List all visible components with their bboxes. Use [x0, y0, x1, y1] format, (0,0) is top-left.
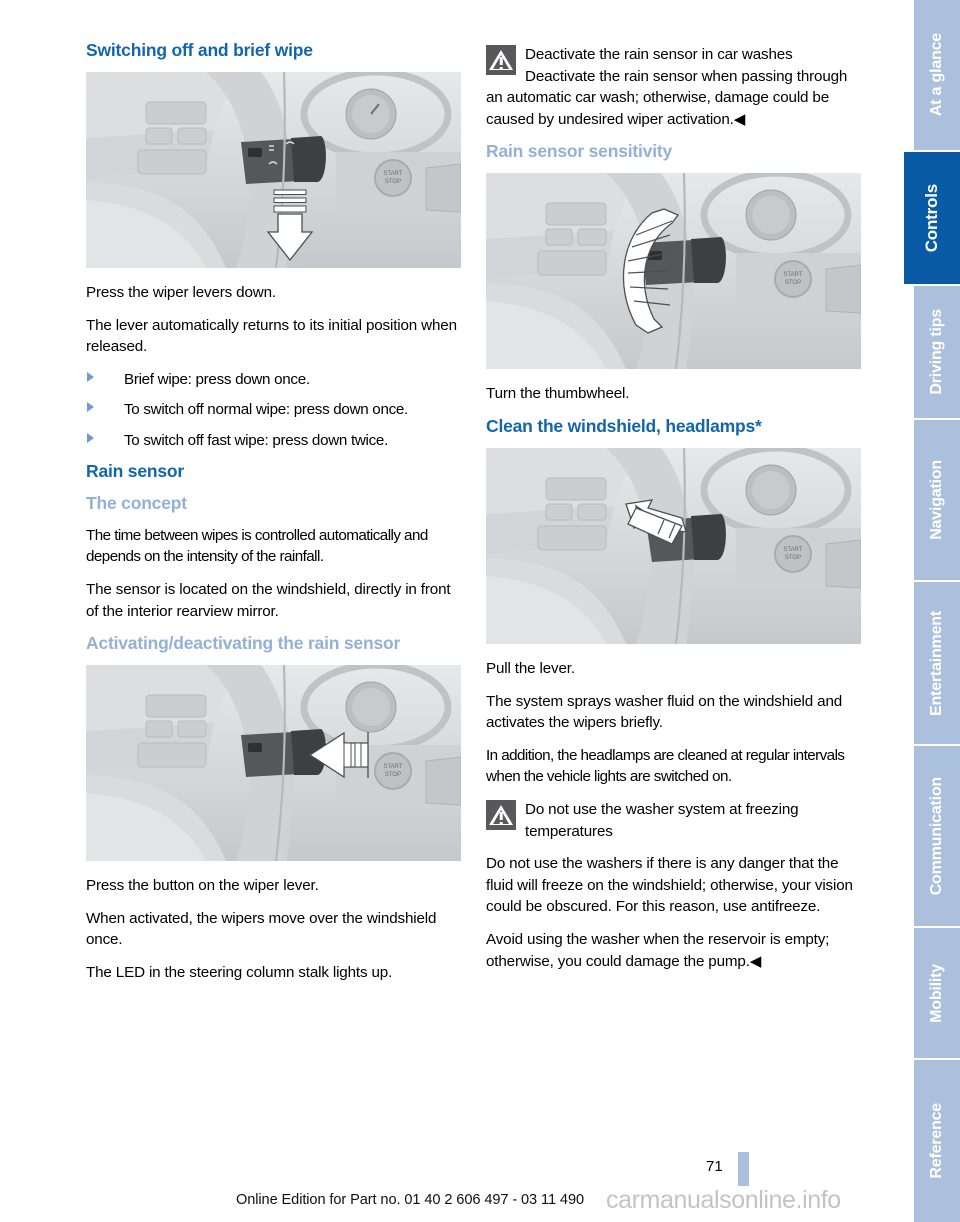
heading-activating-deactivating-rain-sensor: Activating/deactivating the rain sensor: [86, 633, 401, 654]
sidebar-tab-label: Navigation: [928, 460, 945, 540]
svg-text:STOP: STOP: [385, 772, 401, 778]
list-item-label: To switch off normal wipe: press down on…: [124, 401, 408, 419]
sidebar-tab-label: At a glance: [928, 33, 945, 117]
list-item: Brief wipe: press down once.: [86, 369, 463, 391]
right-column: Deactivate the rain sensor in car washes…: [486, 40, 863, 972]
list-item: To switch off normal wipe: press down on…: [86, 399, 463, 421]
page-number-marker: [738, 1152, 749, 1186]
para-press-button-wiper-lever: Press the button on the wiper lever.: [86, 877, 319, 895]
sidebar-tab-reference[interactable]: Reference: [914, 1060, 960, 1222]
manual-page: Switching off and brief wipe START STOP …: [0, 0, 960, 1222]
section-tabs-sidebar: At a glance Controls Driving tips Naviga…: [880, 0, 960, 1222]
para-time-between-wipes: The time between wipes is controlled aut…: [86, 526, 428, 566]
warning-triangle-icon: [486, 800, 516, 831]
wipe-options-list: Brief wipe: press down once. To switch o…: [86, 369, 463, 452]
figure-pull-lever: START STOP: [486, 448, 861, 645]
sidebar-tab-label: Driving tips: [928, 309, 945, 395]
para-turn-thumbwheel: Turn the thumbwheel.: [486, 385, 630, 403]
triangle-bullet-icon: [87, 433, 94, 444]
warning-triangle-icon: [486, 45, 516, 75]
para-avoid-washer-empty-reservoir: Avoid using the washer when the reservoi…: [486, 930, 830, 970]
sidebar-tab-label: Entertainment: [928, 610, 945, 716]
warning-deactivate-rain-sensor: Deactivate the rain sensor in car washes…: [486, 44, 863, 130]
list-item-label: To switch off fast wipe: press down twic…: [124, 432, 388, 450]
sidebar-tab-controls[interactable]: Controls: [904, 152, 960, 284]
warning-text: Deactivate the rain sensor when passing …: [486, 67, 848, 128]
para-lever-returns-initial-position: The lever automatically returns to its i…: [86, 316, 457, 356]
para-pull-the-lever: Pull the lever.: [486, 660, 575, 678]
svg-text:START: START: [383, 171, 402, 177]
warning-title: Do not use the washer system at freezing…: [525, 801, 799, 840]
heading-switching-off-brief-wipe: Switching off and brief wipe: [86, 40, 313, 60]
sidebar-tab-driving-tips[interactable]: Driving tips: [914, 286, 960, 418]
sidebar-tab-navigation[interactable]: Navigation: [914, 420, 960, 580]
figure-wiper-stalk-press-button: START STOP: [86, 665, 461, 862]
para-headlamps-cleaned-regular-intervals: In addition, the headlamps are cleaned a…: [486, 746, 845, 786]
sidebar-tab-mobility[interactable]: Mobility: [914, 928, 960, 1058]
page-number: 71: [706, 1158, 723, 1175]
svg-text:STOP: STOP: [385, 179, 401, 185]
svg-text:STOP: STOP: [785, 555, 801, 561]
svg-text:START: START: [383, 764, 402, 770]
svg-text:STOP: STOP: [785, 280, 801, 286]
sidebar-tab-at-a-glance[interactable]: At a glance: [914, 0, 960, 150]
triangle-bullet-icon: [87, 371, 94, 382]
heading-the-concept: The concept: [86, 492, 187, 513]
para-press-wiper-levers-down: Press the wiper levers down.: [86, 284, 276, 302]
left-column: Switching off and brief wipe START STOP …: [86, 40, 463, 984]
svg-text:START: START: [783, 272, 802, 278]
sidebar-tab-label: Controls: [922, 183, 941, 253]
para-system-sprays-washer-fluid: The system sprays washer fluid on the wi…: [486, 692, 843, 732]
list-item-label: Brief wipe: press down once.: [124, 370, 310, 388]
heading-rain-sensor-sensitivity: Rain sensor sensitivity: [486, 141, 673, 162]
svg-text:START: START: [783, 547, 802, 553]
para-do-not-use-washers-danger-freeze: Do not use the washers if there is any d…: [486, 855, 853, 916]
footer-part-number: Online Edition for Part no. 01 40 2 606 …: [236, 1192, 584, 1208]
para-led-lights-up: The LED in the steering column stalk lig…: [86, 964, 393, 982]
warning-title: Deactivate the rain sensor in car washes: [525, 46, 793, 63]
figure-thumbwheel-rotate: START STOP: [486, 173, 861, 370]
heading-rain-sensor: Rain sensor: [86, 460, 184, 481]
figure-wiper-stalk-press-down: START STOP: [86, 72, 461, 269]
triangle-bullet-icon: [87, 402, 94, 413]
list-item: To switch off fast wipe: press down twic…: [86, 430, 463, 452]
sidebar-tab-label: Mobility: [928, 963, 945, 1023]
sidebar-tab-label: Reference: [928, 1103, 945, 1179]
sidebar-tab-entertainment[interactable]: Entertainment: [914, 582, 960, 744]
sidebar-tab-label: Communication: [928, 776, 945, 896]
watermark: carmanualsonline.info: [606, 1186, 841, 1214]
warning-freezing-temperatures: Do not use the washer system at freezing…: [486, 799, 863, 842]
para-wipers-move-once: When activated, the wipers move over the…: [86, 909, 437, 949]
page-content: Switching off and brief wipe START STOP …: [0, 0, 880, 1222]
heading-clean-windshield-headlamps: Clean the windshield, headlamps*: [486, 416, 762, 437]
para-sensor-location: The sensor is located on the windshield,…: [86, 581, 451, 620]
sidebar-tab-communication[interactable]: Communication: [914, 746, 960, 926]
